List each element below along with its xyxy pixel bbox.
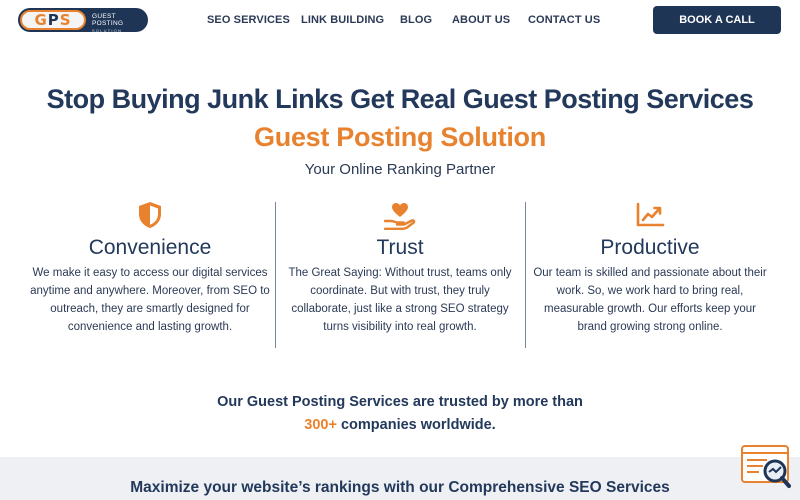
nav-seo-services[interactable]: SEO SERVICES xyxy=(207,14,290,26)
trust-statement: Our Guest Posting Services are trusted b… xyxy=(0,391,800,437)
nav-link-building[interactable]: LINK BUILDING xyxy=(301,14,384,26)
book-a-call-button[interactable]: BOOK A CALL xyxy=(653,6,781,34)
heart-hand-icon xyxy=(275,200,525,230)
feature-convenience: Convenience We make it easy to access ou… xyxy=(25,200,275,336)
feature-description: We make it easy to access our digital se… xyxy=(25,264,275,336)
logo-tagline: SOLUTION xyxy=(92,28,123,33)
feature-line: turns visibility into real growth. xyxy=(323,321,477,333)
site-header: GPS GUEST POSTING SOLUTION SEO SERVICES … xyxy=(0,0,800,42)
nav-contact-us[interactable]: CONTACT US xyxy=(528,14,600,26)
seo-analysis-widget-icon[interactable] xyxy=(741,445,791,489)
nav-about-us[interactable]: ABOUT US xyxy=(452,14,510,26)
feature-line: outreach, they are smartly designed for xyxy=(50,303,250,315)
feature-line: brand growing strong online. xyxy=(577,321,723,333)
feature-description: Our team is skilled and passionate about… xyxy=(525,264,775,336)
feature-line: convenience and lasting growth. xyxy=(67,321,233,333)
services-band-heading: Maximize your website’s rankings with ou… xyxy=(130,479,670,496)
feature-productive: Productive Our team is skilled and passi… xyxy=(525,200,775,336)
feature-line: Our team is skilled and passionate about… xyxy=(533,267,767,279)
trust-line-2-rest: companies worldwide. xyxy=(336,417,496,433)
trust-line-1: Our Guest Posting Services are trusted b… xyxy=(217,394,583,410)
feature-line: work. So, we work hard to bring real, xyxy=(556,285,744,297)
shield-icon xyxy=(25,200,275,230)
feature-line: We make it easy to access our digital se… xyxy=(32,267,268,279)
feature-title: Convenience xyxy=(88,236,212,259)
growth-chart-icon xyxy=(525,200,775,230)
feature-trust: Trust The Great Saying: Without trust, t… xyxy=(275,200,525,336)
feature-line: The Great Saying: Without trust, teams o… xyxy=(288,267,512,279)
companies-count: 300+ xyxy=(304,417,337,433)
feature-line: coordinate. But with trust, they truly xyxy=(310,285,490,297)
hero-subtitle: Guest Posting Solution xyxy=(254,122,546,152)
feature-description: The Great Saying: Without trust, teams o… xyxy=(275,264,525,336)
feature-title: Trust xyxy=(376,236,424,259)
hero-tagline: Your Online Ranking Partner xyxy=(304,161,496,178)
hero-title: Stop Buying Junk Links Get Real Guest Po… xyxy=(46,84,754,114)
nav-blog[interactable]: BLOG xyxy=(400,14,432,26)
feature-line: anytime and anywhere. Moreover, from SEO… xyxy=(30,285,270,297)
feature-title: Productive xyxy=(600,236,700,259)
trust-line-2: 300+ companies worldwide. xyxy=(0,414,800,437)
feature-line: measurable growth. Our efforts keep your xyxy=(543,303,756,315)
feature-line: collaborate, just like a strong SEO stra… xyxy=(291,303,509,315)
